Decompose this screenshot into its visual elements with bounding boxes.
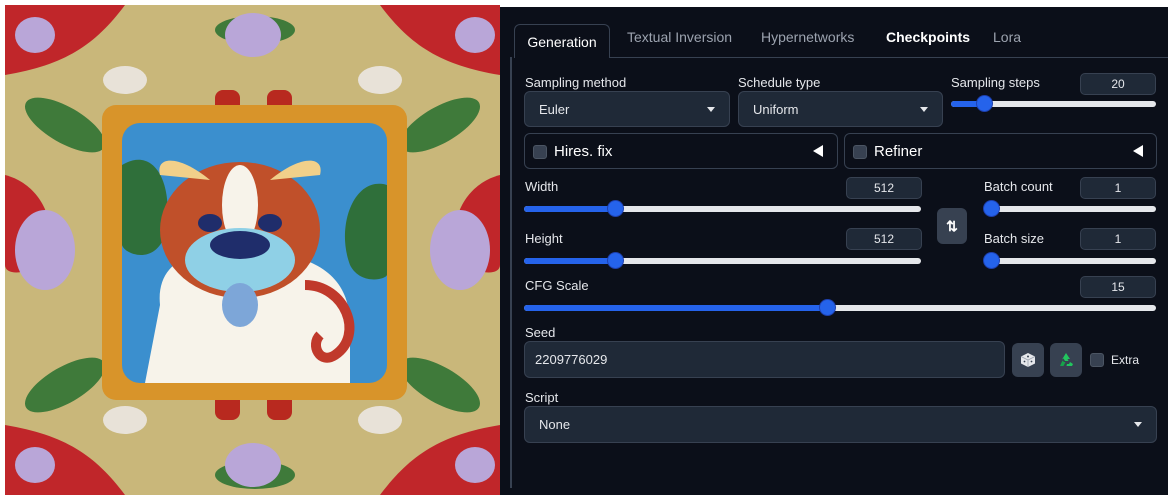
sampling-method-dropdown[interactable]: Euler bbox=[524, 91, 730, 127]
batch-count-label: Batch count bbox=[984, 179, 1053, 194]
cfg-scale-label: CFG Scale bbox=[525, 278, 589, 293]
tab-hypernetworks[interactable]: Hypernetworks bbox=[761, 29, 854, 45]
extra-checkbox[interactable] bbox=[1090, 353, 1104, 367]
width-input[interactable]: 512 bbox=[846, 177, 922, 199]
slider-track bbox=[991, 258, 1156, 264]
slider-thumb[interactable] bbox=[984, 253, 999, 268]
height-label: Height bbox=[525, 231, 563, 246]
sampling-steps-input[interactable]: 20 bbox=[1080, 73, 1156, 95]
generated-image[interactable] bbox=[5, 5, 500, 495]
script-value: None bbox=[539, 417, 571, 432]
slider-thumb[interactable] bbox=[820, 300, 836, 315]
caret-down-icon bbox=[920, 106, 928, 112]
schedule-type-dropdown[interactable]: Uniform bbox=[738, 91, 943, 127]
slider-thumb[interactable] bbox=[608, 201, 624, 216]
script-dropdown[interactable]: None bbox=[524, 406, 1157, 443]
height-input[interactable]: 512 bbox=[846, 228, 922, 250]
caret-down-icon bbox=[707, 106, 715, 112]
hires-fix-checkbox[interactable] bbox=[533, 145, 547, 159]
slider-track bbox=[991, 206, 1156, 212]
swap-icon: ⇅ bbox=[946, 217, 958, 234]
sampling-steps-label: Sampling steps bbox=[951, 75, 1040, 90]
width-label: Width bbox=[525, 179, 559, 194]
random-seed-button[interactable] bbox=[1012, 343, 1044, 377]
reuse-seed-button[interactable] bbox=[1050, 343, 1082, 377]
collapse-triangle-icon[interactable] bbox=[813, 145, 823, 157]
dice-icon bbox=[1020, 353, 1036, 367]
batch-count-slider[interactable] bbox=[984, 201, 1156, 217]
tab-checkpoints[interactable]: Checkpoints bbox=[886, 29, 970, 45]
batch-count-input[interactable]: 1 bbox=[1080, 177, 1156, 199]
slider-fill bbox=[524, 305, 828, 311]
schedule-type-value: Uniform bbox=[753, 101, 799, 117]
recycle-icon bbox=[1060, 353, 1073, 366]
sampling-method-value: Euler bbox=[539, 101, 570, 117]
tab-strip-border bbox=[596, 57, 1168, 58]
refiner-checkbox[interactable] bbox=[853, 145, 867, 159]
sampling-method-label: Sampling method bbox=[525, 75, 627, 90]
extra-label: Extra bbox=[1111, 353, 1140, 367]
slider-thumb[interactable] bbox=[608, 253, 624, 268]
slider-fill bbox=[524, 258, 616, 264]
swap-dimensions-button[interactable]: ⇅ bbox=[937, 208, 967, 244]
script-label: Script bbox=[525, 390, 559, 405]
tab-textual-inversion[interactable]: Textual Inversion bbox=[627, 29, 732, 45]
cfg-scale-slider[interactable] bbox=[524, 300, 1156, 316]
refiner-label: Refiner bbox=[874, 143, 923, 160]
batch-size-input[interactable]: 1 bbox=[1080, 228, 1156, 250]
height-slider[interactable] bbox=[524, 253, 921, 269]
slider-fill bbox=[524, 206, 616, 212]
bulldog-embroidery-image bbox=[5, 5, 500, 495]
seed-input[interactable]: 2209776029 bbox=[524, 341, 1005, 378]
hires-fix-label: Hires. fix bbox=[554, 143, 613, 160]
schedule-type-label: Schedule type bbox=[738, 75, 821, 90]
batch-size-label: Batch size bbox=[984, 231, 1044, 246]
slider-thumb[interactable] bbox=[976, 96, 992, 111]
collapse-triangle-icon[interactable] bbox=[1133, 145, 1143, 157]
sampling-steps-slider[interactable] bbox=[951, 96, 1156, 112]
cfg-scale-input[interactable]: 15 bbox=[1080, 276, 1156, 298]
width-slider[interactable] bbox=[524, 201, 921, 217]
seed-label: Seed bbox=[525, 325, 556, 340]
caret-down-icon bbox=[1134, 422, 1142, 427]
slider-thumb[interactable] bbox=[984, 201, 999, 216]
tab-lora[interactable]: Lora bbox=[993, 29, 1021, 45]
batch-size-slider[interactable] bbox=[984, 253, 1156, 269]
panel-left-border bbox=[510, 57, 512, 488]
tab-generation[interactable]: Generation bbox=[514, 24, 610, 58]
